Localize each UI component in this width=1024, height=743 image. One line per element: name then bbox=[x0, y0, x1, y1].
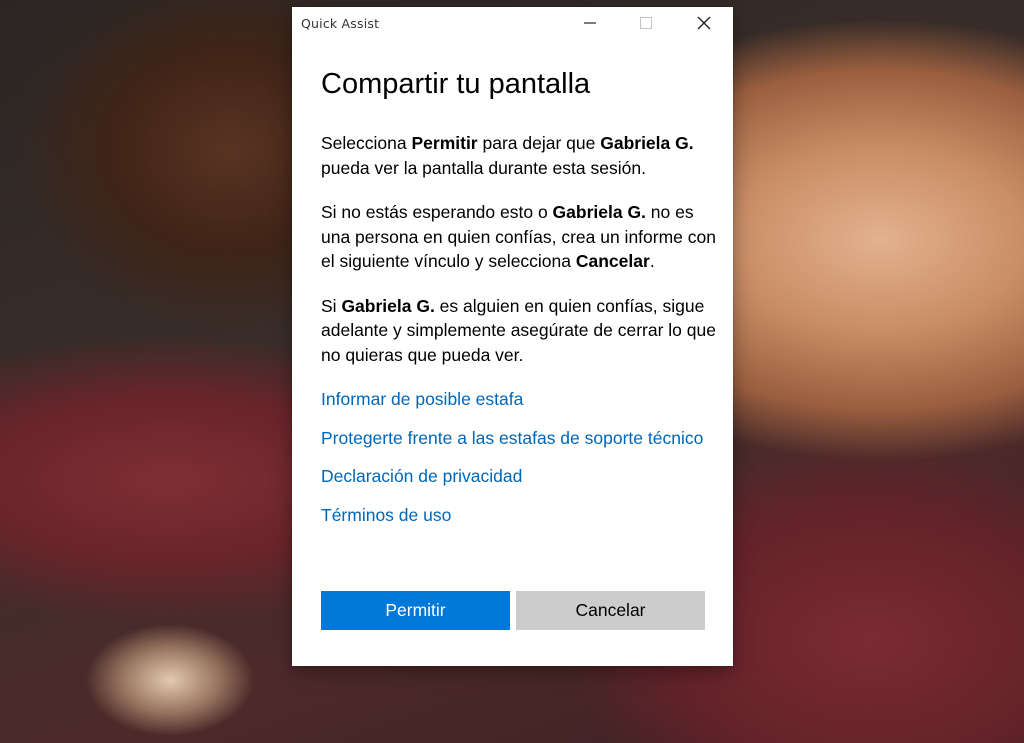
paragraph-permission: Selecciona Permitir para dejar que Gabri… bbox=[321, 131, 716, 180]
title-bar[interactable]: Quick Assist bbox=[292, 7, 733, 41]
desktop-background: Quick Assist Compartir tu pantalla Selec… bbox=[0, 0, 1024, 743]
p2-bold-name: Gabriela G. bbox=[552, 202, 646, 222]
p3-text-1: Si bbox=[321, 295, 342, 316]
p1-text-1: Selecciona bbox=[321, 133, 412, 153]
dialog-heading: Compartir tu pantalla bbox=[321, 68, 591, 100]
minimize-button[interactable] bbox=[567, 7, 613, 39]
window-title: Quick Assist bbox=[301, 16, 380, 31]
dialog-buttons: Permitir Cancelar bbox=[321, 591, 705, 630]
p2-text-1: Si no estás esperando esto o bbox=[321, 202, 553, 222]
minimize-icon bbox=[584, 22, 596, 24]
allow-button[interactable]: Permitir bbox=[321, 591, 510, 630]
p2-text-3: . bbox=[649, 251, 655, 271]
close-icon bbox=[697, 16, 711, 30]
links-list: Informar de posible estafa Protegerte fr… bbox=[321, 387, 716, 527]
paragraph-trust: Si Gabriela G. es alguien en quien confí… bbox=[321, 294, 716, 368]
protect-scams-link[interactable]: Protegerte frente a las estafas de sopor… bbox=[321, 426, 716, 451]
maximize-button[interactable] bbox=[623, 7, 669, 39]
p1-text-3: pueda ver la pantalla durante esta sesió… bbox=[321, 157, 646, 178]
dialog-content: Compartir tu pantalla Selecciona Permiti… bbox=[321, 65, 716, 541]
close-button[interactable] bbox=[681, 7, 727, 39]
p1-bold-name: Gabriela G. bbox=[600, 133, 694, 153]
p3-bold-name: Gabriela G. bbox=[341, 295, 435, 316]
p2-bold-cancel: Cancelar bbox=[575, 251, 650, 271]
cancel-button[interactable]: Cancelar bbox=[516, 591, 705, 630]
privacy-statement-link[interactable]: Declaración de privacidad bbox=[321, 464, 716, 489]
quick-assist-window: Quick Assist Compartir tu pantalla Selec… bbox=[292, 7, 733, 666]
paragraph-warning: Si no estás esperando esto o Gabriela G.… bbox=[321, 200, 716, 274]
maximize-icon bbox=[640, 17, 652, 29]
p1-bold-allow: Permitir bbox=[411, 133, 478, 153]
terms-of-use-link[interactable]: Términos de uso bbox=[321, 503, 716, 528]
p1-text-2: para dejar que bbox=[477, 133, 601, 153]
report-scam-link[interactable]: Informar de posible estafa bbox=[321, 387, 716, 412]
